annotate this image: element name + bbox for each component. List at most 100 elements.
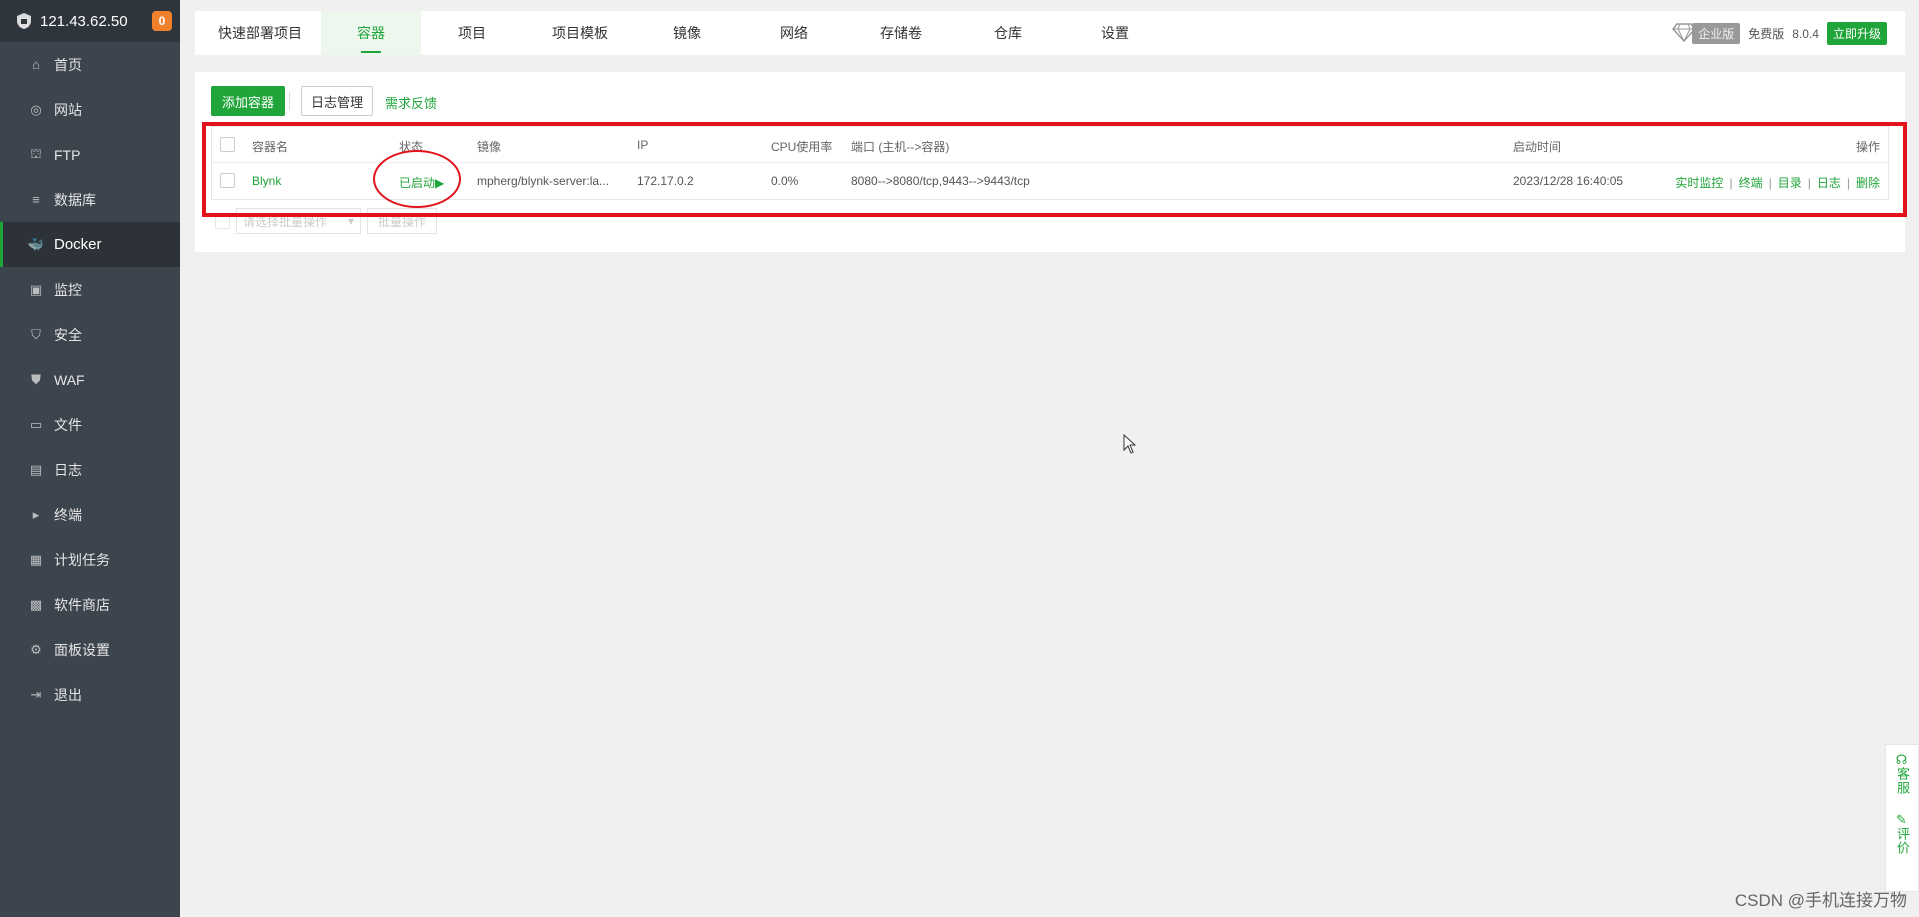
sidebar-item-label: 面板设置 xyxy=(54,641,110,658)
log-icon: ▤ xyxy=(29,461,43,477)
sidebar-item-label: 监控 xyxy=(54,281,82,298)
caret-down-icon: ▾ xyxy=(347,214,354,228)
select-all-checkbox[interactable] xyxy=(220,137,235,152)
home-icon: ⌂ xyxy=(32,57,40,72)
col-status: 状态 xyxy=(399,140,424,154)
sidebar-item-label: WAF xyxy=(54,371,85,388)
edition-label: 免费版 xyxy=(1748,27,1785,41)
tab-7[interactable]: 仓库 xyxy=(951,11,1065,55)
shield-icon: ⛉ xyxy=(31,326,41,342)
tab-4[interactable]: 镜像 xyxy=(637,11,737,55)
terminal-icon: ▸ xyxy=(32,506,40,522)
notification-badge[interactable]: 0 xyxy=(152,11,172,31)
sidebar-item-10[interactable]: ▸ 终端 xyxy=(0,492,180,537)
table-header: 容器名 状态 镜像 IP CPU使用率 端口 (主机-->容器) 启动时间 操作 xyxy=(212,127,1888,163)
tab-6[interactable]: 存储卷 xyxy=(851,11,951,55)
sidebar-item-label: 计划任务 xyxy=(54,551,110,568)
sidebar-item-label: 退出 xyxy=(54,686,82,703)
rate-button[interactable]: ✎ 评价 xyxy=(1895,812,1910,856)
toolbar-divider xyxy=(289,92,290,110)
directory-link[interactable]: 目录 xyxy=(1778,176,1802,190)
edit-icon: ✎ xyxy=(1896,812,1908,827)
enterprise-badge[interactable]: 企业版 xyxy=(1672,22,1741,45)
status-text: 已启动 xyxy=(399,176,436,190)
sidebar-item-1[interactable]: ◎ 网站 xyxy=(0,87,180,132)
sidebar-item-13[interactable]: ⚙ 面板设置 xyxy=(0,627,180,672)
version-label: 8.0.4 xyxy=(1792,26,1819,41)
database-icon: ≡ xyxy=(32,192,40,207)
terminal-link[interactable]: 终端 xyxy=(1739,176,1763,190)
sidebar-item-label: 安全 xyxy=(54,326,82,343)
log-management-button[interactable]: 日志管理 xyxy=(301,86,374,116)
upgrade-button[interactable]: 立即升级 xyxy=(1826,22,1887,45)
tab-1[interactable]: 容器 xyxy=(321,11,421,55)
batch-select-placeholder: 请选择批量操作 xyxy=(243,214,328,229)
batch-select[interactable]: 请选择批量操作 ▾ xyxy=(236,208,361,234)
sidebar-item-label: FTP xyxy=(54,146,81,163)
col-ops: 操作 xyxy=(1855,140,1880,154)
sidebar-item-11[interactable]: ▦ 计划任务 xyxy=(0,537,180,582)
container-name-link[interactable]: Blynk xyxy=(252,174,281,188)
sidebar: 121.43.62.50 0 ⌂ 首页 ◎ 网站 ⛫ FTP ≡ 数据库 🐳 Docker ▣ 监控 ⛉… xyxy=(0,0,180,917)
add-container-button[interactable]: 添加容器 xyxy=(211,86,286,116)
server-header[interactable]: 121.43.62.50 0 xyxy=(0,0,180,42)
sidebar-item-2[interactable]: ⛫ FTP xyxy=(0,132,180,177)
status-running[interactable]: 已启动▶ xyxy=(399,174,444,191)
sidebar-item-label: 数据库 xyxy=(54,191,96,208)
rate-label: 评价 xyxy=(1895,827,1910,855)
sidebar-item-label: 网站 xyxy=(54,101,82,118)
feedback-link[interactable]: 需求反馈 xyxy=(385,93,437,112)
batch-bar: 请选择批量操作 ▾ 批量操作 xyxy=(215,208,438,234)
sidebar-item-9[interactable]: ▤ 日志 xyxy=(0,447,180,492)
sidebar-item-5[interactable]: ▣ 监控 xyxy=(0,267,180,312)
play-icon: ▶ xyxy=(435,176,445,190)
log-link[interactable]: 日志 xyxy=(1817,176,1841,190)
sidebar-item-14[interactable]: ⇥ 退出 xyxy=(0,672,180,717)
gear-icon: ⚙ xyxy=(30,641,42,657)
server-shield-icon xyxy=(16,12,32,30)
sidebar-item-3[interactable]: ≡ 数据库 xyxy=(0,177,180,222)
server-ip: 121.43.62.50 xyxy=(40,12,128,30)
calendar-icon: ▦ xyxy=(29,551,43,567)
delete-link[interactable]: 删除 xyxy=(1856,176,1880,190)
sidebar-item-label: 终端 xyxy=(54,506,82,523)
tab-3[interactable]: 项目模板 xyxy=(523,11,637,55)
mouse-cursor-icon xyxy=(1123,433,1137,457)
divider: | xyxy=(1729,176,1733,190)
customer-service-button[interactable]: ☊ 客服 xyxy=(1895,752,1910,796)
col-started: 启动时间 xyxy=(1513,140,1562,154)
table-row: Blynk 已启动▶ mpherg/blynk-server:la... 172… xyxy=(212,163,1888,199)
tab-2[interactable]: 项目 xyxy=(421,11,523,55)
monitor-link[interactable]: 实时监控 xyxy=(1675,176,1723,190)
row-checkbox[interactable] xyxy=(220,173,235,188)
sidebar-item-7[interactable]: ⛊ WAF xyxy=(0,357,180,402)
floating-help: ☊ 客服 ✎ 评价 xyxy=(1885,744,1919,892)
tab-5[interactable]: 网络 xyxy=(737,11,851,55)
waf-shield-icon: ⛊ xyxy=(31,371,41,387)
service-label: 客服 xyxy=(1895,767,1910,795)
batch-checkbox[interactable] xyxy=(215,213,230,229)
headset-icon: ☊ xyxy=(1895,752,1909,767)
started-cell: 2023/12/28 16:40:05 xyxy=(1513,174,1624,188)
sidebar-item-4[interactable]: 🐳 Docker xyxy=(0,222,180,267)
image-cell: mpherg/blynk-server:la... xyxy=(477,174,610,188)
cpu-cell: 0.0% xyxy=(771,174,799,188)
divider: | xyxy=(1807,176,1811,190)
container-panel: 添加容器 日志管理 需求反馈 容器名 状态 镜像 IP CPU使用率 端口 (主… xyxy=(195,72,1905,252)
top-right: 企业版 免费版 8.0.4 立即升级 xyxy=(1672,22,1887,45)
tab-0[interactable]: 快速部署项目 xyxy=(199,11,321,55)
sidebar-item-12[interactable]: ▩ 软件商店 xyxy=(0,582,180,627)
batch-button[interactable]: 批量操作 xyxy=(367,208,438,234)
tab-8[interactable]: 设置 xyxy=(1065,11,1165,55)
sidebar-item-label: 软件商店 xyxy=(54,596,110,613)
watermark: CSDN @手机连接万物 xyxy=(1734,891,1907,910)
sidebar-item-6[interactable]: ⛉ 安全 xyxy=(0,312,180,357)
divider: | xyxy=(1846,176,1850,190)
enterprise-label: 企业版 xyxy=(1692,23,1741,44)
sidebar-item-0[interactable]: ⌂ 首页 xyxy=(0,42,180,87)
ip-cell: 172.17.0.2 xyxy=(637,174,694,188)
sidebar-item-label: 文件 xyxy=(54,416,82,433)
ftp-icon: ⛫ xyxy=(30,145,42,161)
sidebar-item-8[interactable]: ▭ 文件 xyxy=(0,402,180,447)
col-image: 镜像 xyxy=(477,140,502,154)
